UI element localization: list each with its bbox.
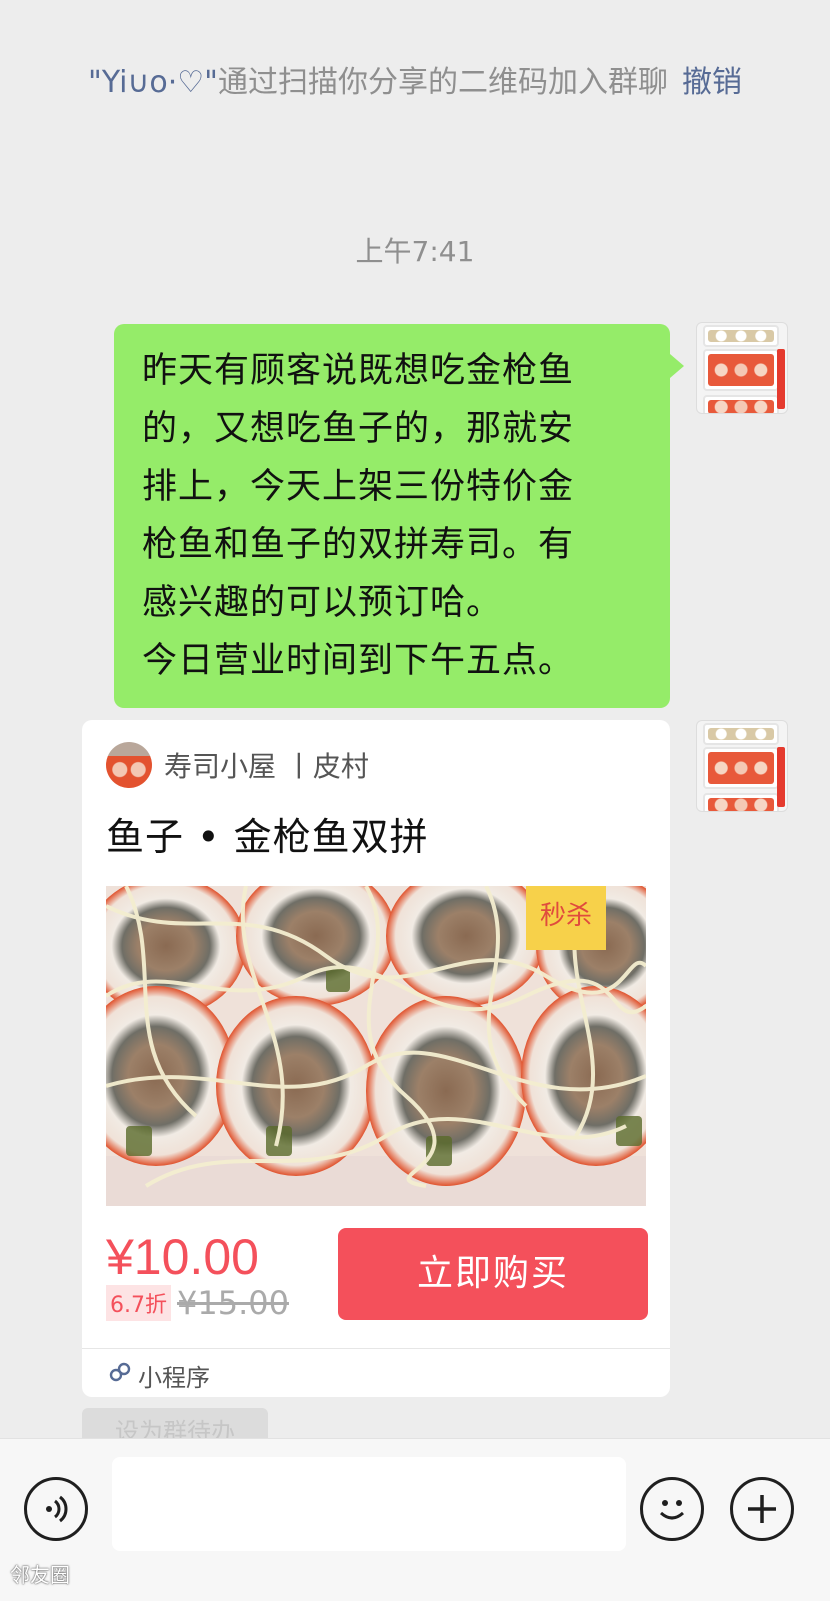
original-price: ¥15.00 [177,1284,289,1322]
member-nickname[interactable]: "Yi∪o·♡" [88,65,218,100]
message-line: 感兴趣的可以预订哈。 [142,583,503,623]
mini-program-card[interactable]: 寿司小屋 丨皮村 鱼子 • 金枪鱼双拼 秒杀 ¥10.00 6.7折 ¥15.0… [82,720,670,1397]
flash-sale-badge: 秒杀 [526,886,606,950]
message-line: 的，又想吃鱼子的，那就安 [142,409,575,449]
sender-avatar[interactable] [696,322,788,414]
sender-avatar[interactable] [696,720,788,812]
join-notice-text: 通过扫描你分享的二维码加入群聊 [217,65,668,100]
card-header: 寿司小屋 丨皮村 [106,742,369,788]
mini-program-label: 小程序 [138,1363,210,1392]
mini-program-icon [108,1360,132,1390]
price-details: 6.7折 ¥15.00 [106,1284,289,1322]
product-image[interactable]: 秒杀 [106,886,646,1206]
message-line: 昨天有顾客说既想吃金枪鱼 [142,351,575,391]
plus-icon[interactable] [730,1477,794,1541]
card-footer: 小程序 [108,1356,210,1394]
product-title: 鱼子 • 金枪鱼双拼 [106,815,429,859]
emoji-icon[interactable] [640,1477,704,1541]
message-line: 枪鱼和鱼子的双拼寿司。有 [142,525,575,565]
group-join-notice: "Yi∪o·♡"通过扫描你分享的二维码加入群聊 撤销 [80,54,750,112]
message-input[interactable] [112,1457,626,1551]
message-line: 排上，今天上架三份特价金 [142,467,575,507]
chat-input-bar [0,1438,830,1601]
watermark: 邻友圈 [10,1563,70,1587]
message-timestamp: 上午7:41 [355,235,475,268]
shop-name: 寿司小屋 丨皮村 [164,750,369,783]
revoke-link[interactable]: 撤销 [682,65,742,100]
buy-now-button[interactable]: 立即购买 [338,1228,648,1320]
discount-tag: 6.7折 [106,1285,171,1321]
shop-logo [106,742,152,788]
text-message-bubble[interactable]: 昨天有顾客说既想吃金枪鱼 的，又想吃鱼子的，那就安 排上，今天上架三份特价金 枪… [114,324,684,708]
sale-price: ¥10.00 [106,1229,259,1285]
voice-icon[interactable] [24,1477,88,1541]
card-divider [82,1348,670,1349]
message-line: 今日营业时间到下午五点。 [142,641,575,681]
